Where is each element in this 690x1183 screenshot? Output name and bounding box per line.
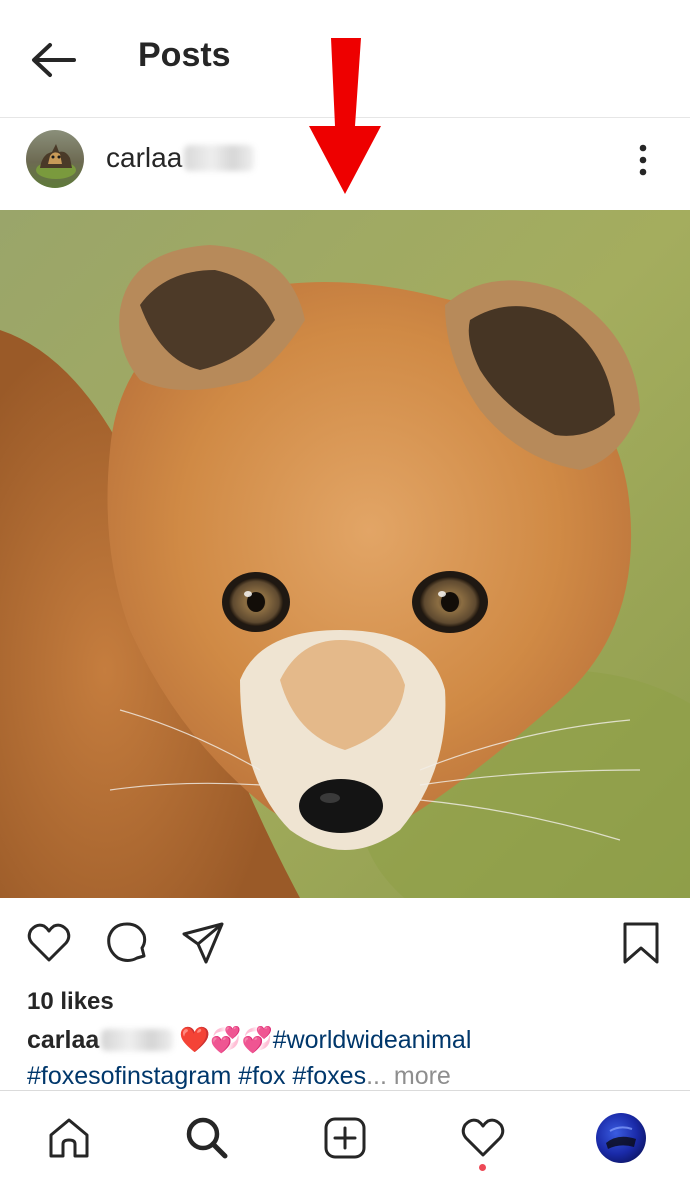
bookmark-icon[interactable]	[618, 920, 664, 966]
caption-username[interactable]: carlaa	[27, 1026, 99, 1054]
caption-emojis: ❤️💞💞	[179, 1026, 273, 1054]
activity-heart-icon[interactable]	[460, 1115, 506, 1161]
post-username[interactable]: carlaa	[106, 142, 255, 174]
add-post-icon[interactable]	[322, 1115, 368, 1161]
comment-icon[interactable]	[104, 920, 150, 966]
redacted-username	[184, 145, 255, 171]
caption: carlaa ❤️💞💞#worldwideanimal	[27, 1026, 471, 1055]
home-icon[interactable]	[46, 1115, 92, 1161]
redacted-username	[101, 1029, 174, 1051]
profile-avatar[interactable]	[596, 1113, 646, 1163]
hashtag-links[interactable]: #foxesofinstagram #fox #foxes	[27, 1062, 366, 1090]
heart-icon[interactable]	[26, 920, 72, 966]
more-vertical-icon[interactable]	[628, 140, 658, 180]
more-link[interactable]: more	[387, 1062, 451, 1090]
caption-continued: #foxesofinstagram #fox #foxes... more	[27, 1062, 451, 1091]
back-arrow-icon[interactable]	[28, 40, 78, 80]
hashtag-link[interactable]: #worldwideanimal	[273, 1026, 472, 1054]
notification-dot	[479, 1164, 486, 1171]
paper-plane-icon[interactable]	[180, 920, 226, 966]
search-icon[interactable]	[184, 1115, 230, 1161]
caption-ellipsis: ...	[366, 1062, 387, 1090]
likes-count[interactable]: 10 likes	[27, 988, 114, 1016]
bottom-nav	[0, 1090, 690, 1183]
page-title: Posts	[138, 36, 231, 74]
post-photo[interactable]	[0, 210, 690, 898]
annotation-arrow	[305, 38, 385, 194]
user-avatar[interactable]	[26, 130, 84, 188]
post-actions	[0, 898, 690, 978]
